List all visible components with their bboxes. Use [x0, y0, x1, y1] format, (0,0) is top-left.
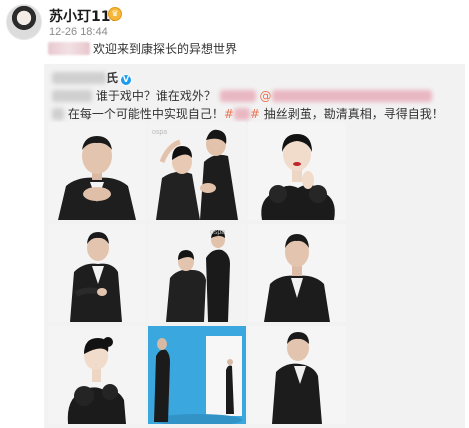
repost-text-2: 在每一个可能性中实现自己！: [67, 107, 224, 121]
couple-standing-image: ospa: [148, 224, 246, 322]
woman-ruffle-dress-image: [48, 326, 146, 424]
woman-portrait-image: [248, 122, 346, 220]
photo-tile-4[interactable]: [48, 224, 146, 322]
man-half-body-image: [248, 224, 346, 322]
redacted-topic: [219, 90, 256, 102]
reposted-content[interactable]: 氏V 谁于戏中？谁在戏外？ @ 在每一个可能性中实现自己！# # 抽丝剥茧，勘清真…: [44, 64, 465, 428]
redacted-mentions: [271, 90, 432, 102]
redacted-text: [52, 90, 92, 102]
man-portrait-image: [48, 122, 146, 220]
repost-line-1: 氏V: [52, 70, 133, 87]
repost-header: 氏V 谁于戏中？谁在戏外？ @ 在每一个可能性中实现自己！# # 抽丝剥茧，勘清真…: [52, 70, 462, 121]
photo-tile-3[interactable]: [248, 122, 346, 220]
photo-tile-9[interactable]: [248, 326, 346, 424]
repost-text-3: 抽丝剥茧，勘清真相，寻得自我！: [263, 107, 444, 121]
original-author-suffix[interactable]: 氏: [106, 71, 118, 85]
redacted-text: [48, 42, 90, 55]
redacted-text: [52, 108, 64, 120]
hashtag-link-end[interactable]: #: [250, 107, 260, 121]
repost-line-3: 在每一个可能性中实现自己！# # 抽丝剥茧，勘清真相，寻得自我！: [52, 106, 444, 123]
photo-tile-7[interactable]: [48, 326, 146, 424]
photo-tile-8[interactable]: [148, 326, 246, 424]
photo-tile-2[interactable]: ospa: [148, 122, 246, 220]
crown-badge-icon: ♛: [108, 7, 122, 21]
photo-tile-1[interactable]: [48, 122, 146, 220]
weibo-post: 苏小玎117 ♛ 12-26 18:44 欢迎来到康探长的异想世界 氏V 谁于戏…: [0, 0, 469, 428]
hashtag-link[interactable]: #: [224, 107, 234, 121]
couple-portrait-image: ospa: [148, 122, 246, 220]
repost-text-1: 谁于戏中？谁在戏外？: [95, 89, 216, 103]
photo-tile-6[interactable]: [248, 224, 346, 322]
post-timestamp[interactable]: 12-26 18:44: [49, 26, 108, 38]
watermark: ospa: [210, 229, 225, 236]
man-standing-image: [48, 224, 146, 322]
verified-v-icon: V: [120, 74, 133, 86]
avatar[interactable]: [6, 4, 42, 40]
blue-studio-door-image: [148, 326, 246, 424]
mention-link[interactable]: @: [260, 89, 272, 103]
photo-tile-5[interactable]: ospa: [148, 224, 246, 322]
post-body: 欢迎来到康探长的异想世界: [93, 42, 238, 56]
repost-line-2: 谁于戏中？谁在戏外？ @: [52, 88, 432, 105]
watermark: ospa: [152, 129, 167, 136]
redacted-author: [52, 72, 106, 84]
post-text: 欢迎来到康探长的异想世界: [48, 40, 237, 57]
redacted-hashtag: [233, 108, 250, 120]
man-turning-image: [248, 326, 346, 424]
